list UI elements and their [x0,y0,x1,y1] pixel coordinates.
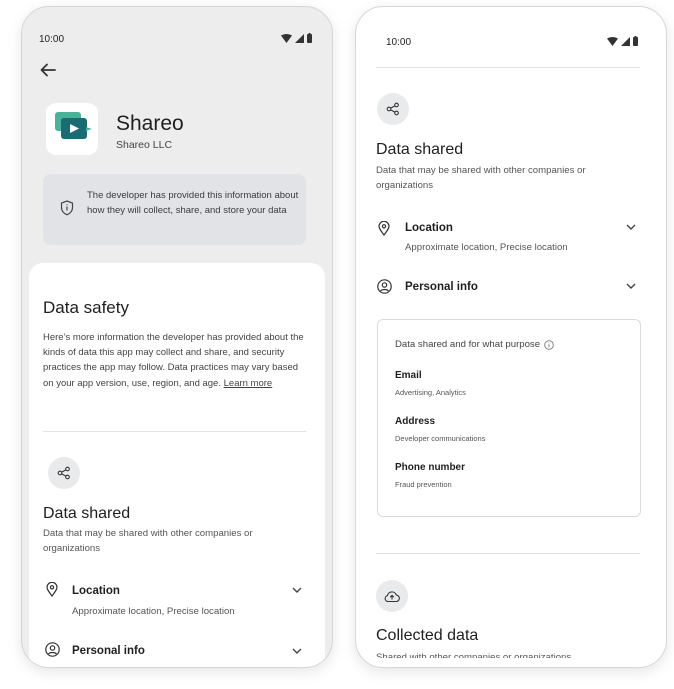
data-shared-title: Data shared [376,141,464,158]
chevron-down-icon[interactable] [292,587,302,594]
divider [376,553,640,554]
data-safety-sheet: Data safety Here’s more information the … [29,263,325,667]
purpose-heading-text: Data shared and for what purpose [395,339,541,350]
wifi-icon [607,36,618,46]
divider [43,431,306,432]
location-pin-icon [378,221,390,236]
chevron-down-icon[interactable] [626,224,636,231]
person-icon [377,279,392,294]
notice-text: The developer has provided this informat… [87,190,299,216]
purpose-item-title: Phone number [395,462,466,473]
location-row-subtitle: Approximate location, Precise location [72,606,235,617]
shield-icon [60,200,74,216]
signal-icon [621,36,630,46]
phone-right: 10:00 Data shared Data that may be share… [355,6,667,668]
personal-info-row-title[interactable]: Personal info [405,281,478,293]
status-bar: 10:00 [356,7,666,51]
collected-data-subtitle: Shared with other companies or organizat… [376,652,572,658]
status-bar: 10:00 [22,7,332,51]
developer-notice: The developer has provided this informat… [43,174,306,245]
shareo-app-icon [46,103,98,155]
cloud-upload-icon [376,580,408,612]
location-row-title[interactable]: Location [405,222,453,234]
data-safety-description: Here’s more information the developer ha… [43,330,307,391]
collected-data-title: Collected data [376,627,479,644]
app-developer: Shareo LLC [116,139,173,151]
chevron-down-icon[interactable] [626,283,636,290]
back-arrow-icon[interactable] [39,61,57,79]
battery-icon [307,33,312,43]
learn-more-link[interactable]: Learn more [224,378,273,389]
person-icon [45,642,60,657]
location-row-title[interactable]: Location [72,585,120,597]
status-time: 10:00 [386,37,412,48]
battery-icon [633,36,638,46]
info-icon[interactable] [544,339,554,350]
phone-left: 10:00 Shareo Shareo LLC The developer ha… [21,6,333,668]
purpose-item-subtitle: Advertising, Analytics [395,388,466,397]
data-shared-subtitle: Data that may be shared with other compa… [376,165,586,191]
signal-icon [295,33,304,43]
personal-info-row-title[interactable]: Personal info [72,645,145,657]
data-shared-subtitle: Data that may be shared with other compa… [43,528,253,554]
system-icons [281,33,312,43]
location-pin-icon [46,582,58,597]
share-icon [377,93,409,125]
share-icon [48,457,80,489]
wifi-icon [281,33,292,43]
purpose-heading: Data shared and for what purpose [395,339,554,350]
app-name: Shareo [116,112,184,135]
status-time: 10:00 [39,34,65,45]
system-icons [607,36,638,46]
divider [376,67,640,68]
purpose-item-title: Email [395,370,422,381]
chevron-down-icon[interactable] [292,648,302,655]
purpose-item-subtitle: Fraud prevention [395,480,452,489]
data-safety-title: Data safety [43,298,129,317]
location-row-subtitle: Approximate location, Precise location [405,242,568,253]
purpose-card: Data shared and for what purpose Email A… [377,319,641,517]
purpose-item-subtitle: Developer communications [395,434,486,443]
purpose-item-title: Address [395,416,436,427]
data-shared-title: Data shared [43,505,131,522]
